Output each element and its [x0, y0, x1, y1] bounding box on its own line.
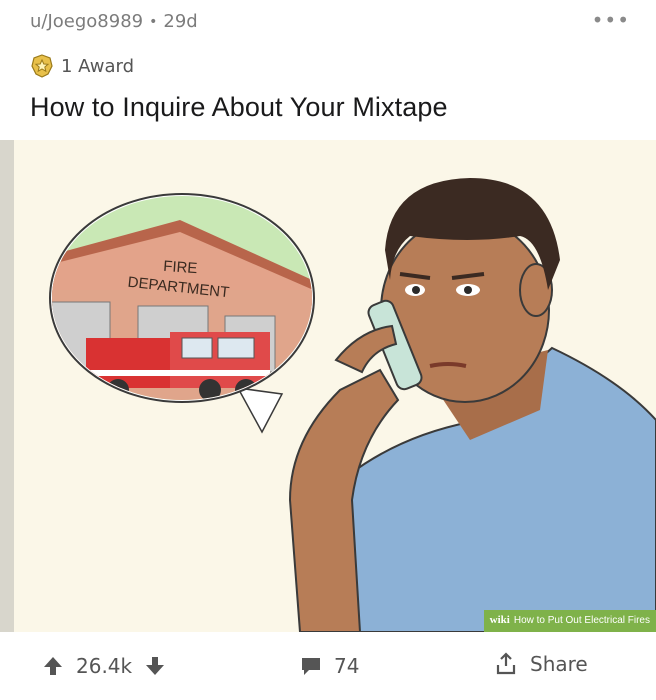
post-meta: u/Joego8989 • 29d: [30, 11, 198, 32]
share-button[interactable]: Share: [494, 652, 588, 676]
author-link[interactable]: u/Joego8989: [30, 11, 143, 32]
post-title[interactable]: How to Inquire About Your Mixtape: [30, 92, 448, 123]
person: [288, 178, 656, 632]
sign-fire: FIRE: [163, 258, 198, 277]
share-label: Share: [530, 652, 588, 676]
image-border: [0, 140, 14, 632]
post-age: 29d: [163, 11, 198, 32]
downvote-icon[interactable]: [144, 655, 166, 677]
post-image[interactable]: FIRE DEPARTMENT wiki How to Put Out Elec…: [0, 140, 656, 632]
action-bar: 26.4k 74 Share: [0, 632, 656, 700]
more-options-button[interactable]: •••: [592, 8, 630, 32]
vote-count: 26.4k: [76, 654, 133, 678]
award-label: 1 Award: [61, 55, 135, 77]
illustration: FIRE DEPARTMENT: [49, 178, 656, 632]
vote-control: 26.4k: [42, 654, 166, 678]
comments-button[interactable]: 74: [300, 654, 359, 678]
award-badge[interactable]: 1 Award: [30, 54, 134, 78]
share-icon: [496, 652, 516, 675]
separator-dot: •: [149, 13, 158, 30]
watermark-brand: wiki: [489, 614, 510, 626]
comment-icon: [302, 658, 320, 675]
watermark-caption: How to Put Out Electrical Fires: [513, 615, 650, 626]
award-icon: [31, 54, 53, 78]
wikihow-watermark: wiki How to Put Out Electrical Fires: [483, 610, 656, 632]
post-header: u/Joego8989 • 29d ••• 1 Award How to Inq…: [0, 0, 656, 140]
comment-count: 74: [334, 654, 360, 678]
upvote-icon[interactable]: [42, 655, 64, 677]
thought-bubble: FIRE DEPARTMENT: [49, 193, 315, 434]
